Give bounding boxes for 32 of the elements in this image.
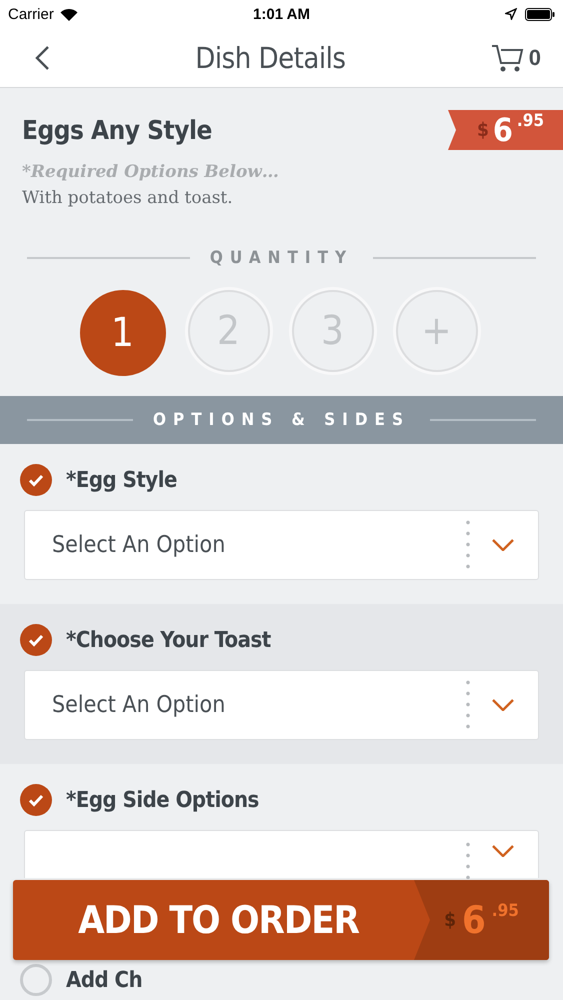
- battery-icon: [525, 8, 555, 20]
- option-label: Add Ch: [66, 968, 142, 992]
- status-time: 1:01 AM: [253, 6, 310, 22]
- option-label: *Egg Side Options: [66, 788, 259, 812]
- carrier-label: Carrier: [8, 6, 54, 22]
- price-cents: .95: [492, 901, 519, 921]
- currency-symbol: $: [444, 909, 456, 931]
- required-note: *Required Options Below…: [22, 162, 280, 182]
- quantity-heading: QUANTITY: [210, 248, 354, 268]
- quantity-option[interactable]: 1: [80, 290, 166, 376]
- wifi-icon: [60, 8, 78, 20]
- option-label: *Choose Your Toast: [66, 628, 271, 652]
- chevron-down-icon: [492, 699, 514, 711]
- price-dollars: 6: [492, 114, 513, 146]
- currency-symbol: $: [476, 119, 489, 141]
- chevron-down-icon: [492, 845, 514, 857]
- checkmark-icon[interactable]: [20, 784, 52, 816]
- back-button[interactable]: [34, 44, 50, 70]
- options-heading: OPTIONS & SIDES: [153, 410, 410, 430]
- cart-button[interactable]: 0: [490, 42, 541, 72]
- checkmark-icon[interactable]: [20, 464, 52, 496]
- chevron-down-icon: [492, 539, 514, 551]
- dish-name: Eggs Any Style: [22, 116, 212, 146]
- option-dropdown[interactable]: Select An Option: [24, 510, 539, 580]
- location-icon: [505, 8, 517, 20]
- option-dropdown[interactable]: Select An Option: [24, 670, 539, 740]
- dish-description: With potatoes and toast.: [22, 188, 234, 208]
- price-dollars: 6: [462, 901, 486, 939]
- checkmark-icon[interactable]: [20, 624, 52, 656]
- option-label: *Egg Style: [66, 468, 177, 492]
- price-cents: .95: [516, 111, 544, 131]
- screen-title: Dish Details: [195, 40, 346, 74]
